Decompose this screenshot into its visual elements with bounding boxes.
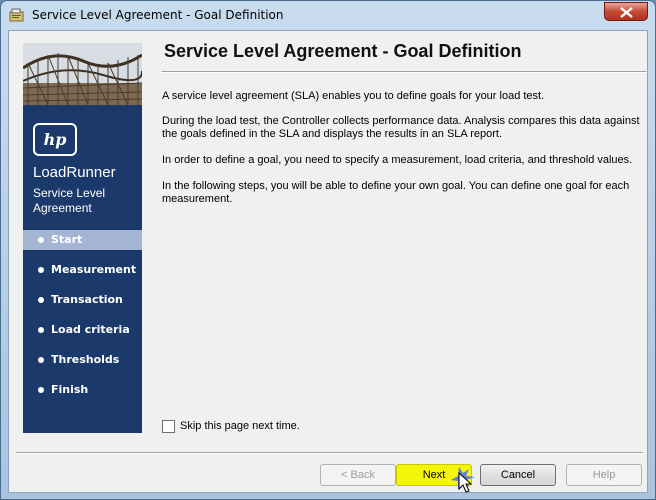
step-load-criteria: Load criteria bbox=[23, 320, 142, 340]
step-transaction: Transaction bbox=[23, 290, 142, 310]
dialog-body: hp LoadRunner Service Level Agreement St… bbox=[8, 30, 648, 493]
cursor-click-icon bbox=[451, 467, 475, 493]
hp-logo-icon: hp bbox=[33, 123, 77, 156]
app-icon bbox=[9, 8, 24, 22]
rollercoaster-image bbox=[23, 43, 142, 105]
wizard-name: Service Level Agreement bbox=[33, 186, 106, 215]
define-goal-paragraph: In order to define a goal, you need to s… bbox=[162, 154, 633, 166]
window-title: Service Level Agreement - Goal Definitio… bbox=[32, 8, 284, 22]
back-button[interactable]: < Back bbox=[320, 464, 396, 486]
step-thresholds: Thresholds bbox=[23, 350, 142, 370]
bullet-icon bbox=[38, 237, 44, 243]
intro-paragraph: A service level agreement (SLA) enables … bbox=[162, 90, 545, 102]
close-icon bbox=[620, 7, 633, 18]
help-button[interactable]: Help bbox=[566, 464, 642, 486]
footer-divider bbox=[16, 452, 643, 454]
dialog-window: Service Level Agreement - Goal Definitio… bbox=[0, 0, 656, 500]
step-start: Start bbox=[23, 230, 142, 250]
wizard-steps: Start Measurement Transaction Load crite… bbox=[23, 230, 142, 410]
bullet-icon bbox=[38, 387, 44, 393]
bullet-icon bbox=[38, 327, 44, 333]
bullet-icon bbox=[38, 357, 44, 363]
step-measurement: Measurement bbox=[23, 260, 142, 280]
step-finish: Finish bbox=[23, 380, 142, 400]
cancel-button[interactable]: Cancel bbox=[480, 464, 556, 486]
title-divider bbox=[162, 71, 646, 73]
skip-checkbox[interactable] bbox=[162, 420, 175, 433]
skip-label[interactable]: Skip this page next time. bbox=[180, 420, 300, 432]
product-name: LoadRunner bbox=[33, 164, 116, 181]
title-bar[interactable]: Service Level Agreement - Goal Definitio… bbox=[1, 1, 655, 29]
page-title: Service Level Agreement - Goal Definitio… bbox=[164, 41, 522, 61]
close-button[interactable] bbox=[604, 2, 648, 21]
steps-paragraph: In the following steps, you will be able… bbox=[162, 180, 630, 205]
bullet-icon bbox=[38, 297, 44, 303]
wizard-sidebar: hp LoadRunner Service Level Agreement St… bbox=[23, 43, 142, 433]
bullet-icon bbox=[38, 267, 44, 273]
svg-text:hp: hp bbox=[44, 130, 67, 149]
collection-paragraph: During the load test, the Controller col… bbox=[162, 115, 640, 140]
